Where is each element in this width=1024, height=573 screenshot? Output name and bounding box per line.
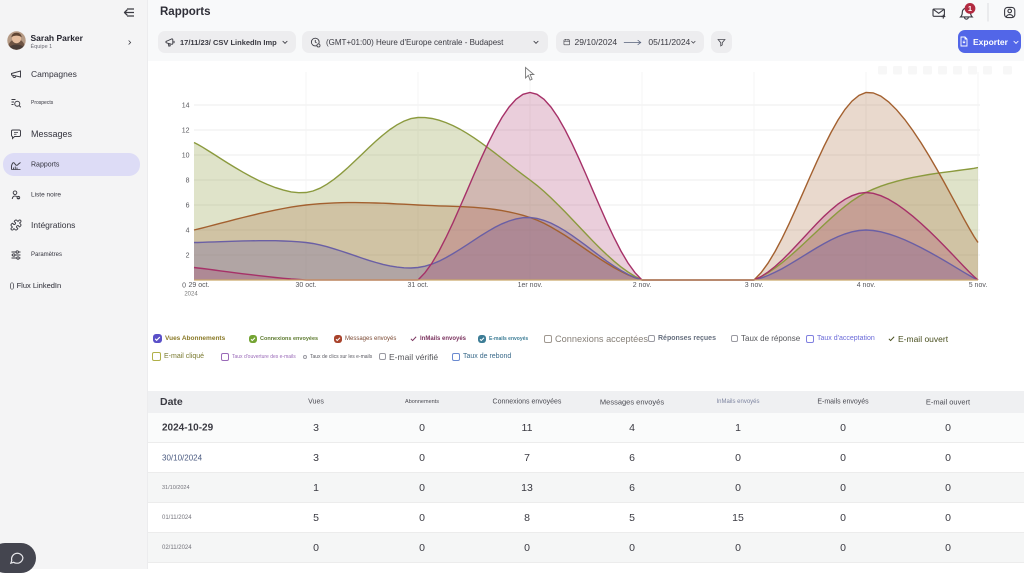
svg-text:2 nov.: 2 nov. (633, 282, 652, 289)
svg-text:5 nov.: 5 nov. (969, 282, 988, 289)
svg-text:0: 0 (182, 283, 186, 290)
svg-text:8: 8 (186, 178, 190, 185)
svg-text:30 oct.: 30 oct. (295, 282, 316, 289)
svg-text:2: 2 (186, 253, 190, 260)
svg-text:14: 14 (182, 103, 190, 110)
svg-text:4 nov.: 4 nov. (857, 282, 876, 289)
svg-text:4: 4 (186, 228, 190, 235)
svg-text:6: 6 (186, 203, 190, 210)
svg-text:1er nov.: 1er nov. (518, 282, 543, 289)
svg-text:10: 10 (182, 153, 190, 160)
svg-text:3 nov.: 3 nov. (745, 282, 764, 289)
svg-text:2024: 2024 (184, 292, 198, 298)
svg-text:12: 12 (182, 128, 190, 135)
svg-text:29 oct.: 29 oct. (188, 282, 209, 289)
svg-text:31 oct.: 31 oct. (407, 282, 428, 289)
